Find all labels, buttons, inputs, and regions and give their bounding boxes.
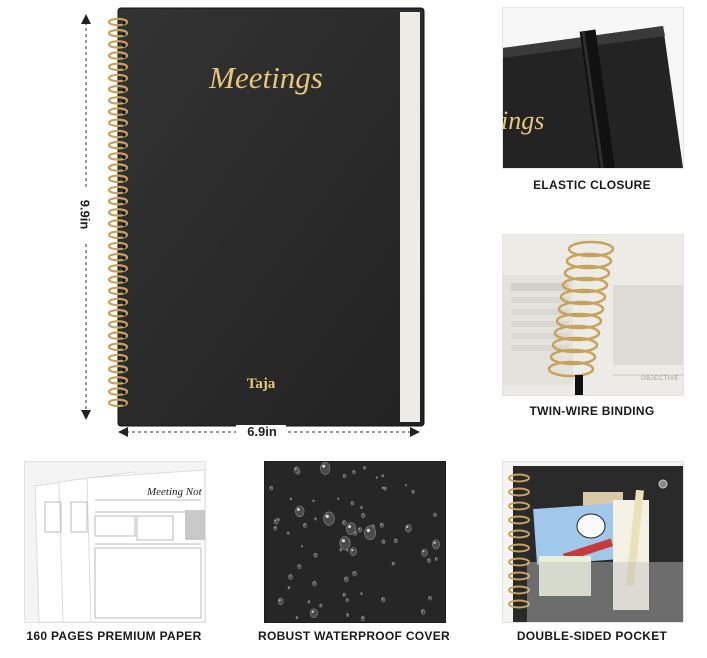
width-label: 6.9in	[247, 424, 277, 439]
height-label: 9.9in	[77, 199, 93, 230]
page-title-meeting-notes: Meeting Not	[147, 486, 202, 498]
twin-wire-binding-image: OBJECTIVE	[502, 234, 684, 396]
caption-premium-paper: 160 PAGES PREMIUM PAPER	[26, 629, 202, 643]
water-droplets	[269, 462, 440, 621]
waterproof-cover-image	[264, 461, 446, 623]
double-sided-pocket-image	[502, 461, 684, 623]
caption-waterproof-cover: ROBUST WATERPROOF COVER	[257, 629, 450, 643]
elastic-closure-image: ings	[502, 7, 684, 169]
premium-paper-image: Meeting Not	[24, 461, 206, 623]
page-objective-label: OBJECTIVE	[641, 376, 679, 382]
cover-partial-title: ings	[502, 106, 545, 135]
brand-name: Taja	[246, 376, 276, 392]
cover-title: Meetings	[209, 60, 323, 95]
caption-double-sided-pocket: DOUBLE-SIDED POCKET	[516, 629, 668, 643]
caption-twin-wire-binding: TWIN-WIRE BINDING	[529, 404, 655, 418]
caption-elastic-closure: ELASTIC CLOSURE	[533, 178, 651, 192]
hero-notebook: Meetings Taja 9.9in 6.9in	[0, 0, 470, 450]
